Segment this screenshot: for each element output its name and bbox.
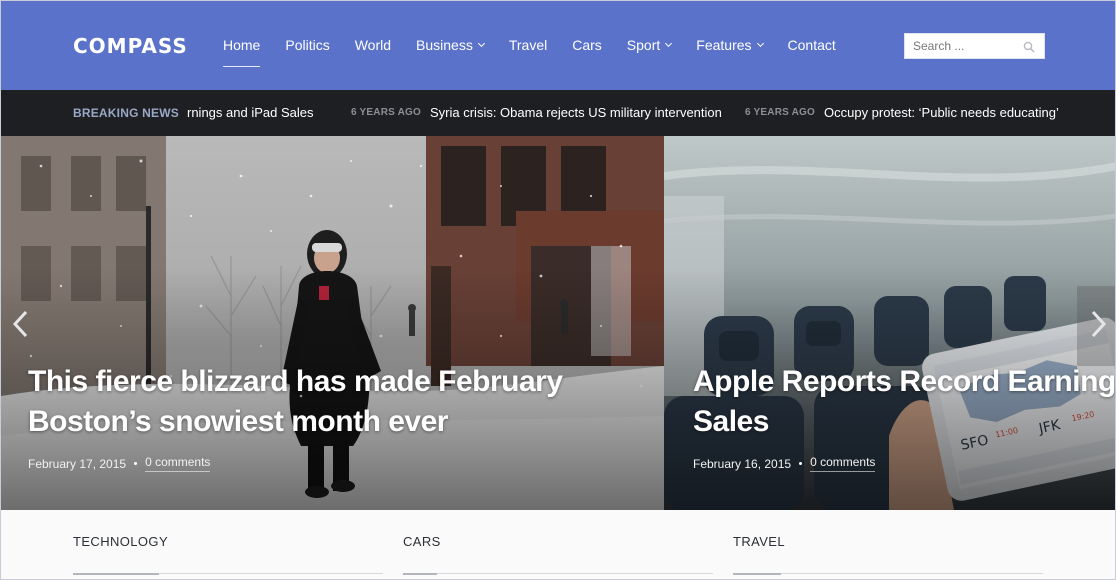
ticker-item[interactable]: 6 YEARS AGO Occupy protest: ‘Public need… <box>745 105 1059 120</box>
chevron-down-icon <box>477 39 485 48</box>
divider-accent <box>733 573 781 575</box>
slider-next-button[interactable] <box>1077 286 1115 366</box>
chevron-left-icon <box>12 310 28 338</box>
featured-slider: This fierce blizzard has made February B… <box>1 136 1116 510</box>
nav-item-label: Business <box>416 37 473 53</box>
chevron-right-icon <box>1091 310 1107 338</box>
ticker-time: 6 YEARS AGO <box>745 107 815 118</box>
ticker-time: 6 YEARS AGO <box>351 107 421 118</box>
slide-title[interactable]: Apple Reports Record Earnings and iPad S… <box>693 362 1116 442</box>
slide-date: February 17, 2015 <box>28 456 127 471</box>
nav-item-label: Contact <box>787 37 836 53</box>
nav-item-home[interactable]: Home <box>223 37 261 67</box>
comments-link[interactable]: 0 comments <box>145 455 211 472</box>
breaking-news-label: BREAKING NEWS <box>73 106 179 120</box>
news-ticker: rnings and iPad Sales 6 YEARS AGO Syria … <box>187 90 1115 136</box>
nav-item-label: Travel <box>508 37 548 53</box>
category-section: TECHNOLOGY CARS TRAVEL <box>1 510 1115 579</box>
nav-item-label: Features <box>696 37 752 53</box>
nav-item-travel[interactable]: Travel <box>509 37 547 53</box>
slide-meta: February 17, 2015 0 comments <box>28 455 211 472</box>
separator-dot <box>799 462 803 465</box>
page-frame: COMPASS Home Politics World Business Tra… <box>0 0 1116 580</box>
slide-blizzard[interactable]: This fierce blizzard has made February B… <box>1 136 664 510</box>
divider <box>403 573 713 574</box>
slide-title-line: Boston’s snowiest month ever <box>28 405 448 438</box>
separator-dot <box>134 462 138 465</box>
slide-title-line: This fierce blizzard has made February <box>28 365 563 398</box>
comments-link[interactable]: 0 comments <box>810 455 876 472</box>
search-icon[interactable] <box>1023 41 1035 53</box>
site-logo[interactable]: COMPASS <box>73 34 188 58</box>
nav-item-contact[interactable]: Contact <box>788 37 836 53</box>
chevron-down-icon <box>756 39 764 48</box>
slider-prev-button[interactable] <box>1 286 41 366</box>
category-technology[interactable]: TECHNOLOGY <box>73 534 168 549</box>
nav-item-label: Home <box>223 37 261 53</box>
slide-title[interactable]: This fierce blizzard has made February B… <box>28 362 563 442</box>
nav-item-cars[interactable]: Cars <box>572 37 602 53</box>
main-nav: Home Politics World Business Travel Cars… <box>223 37 861 67</box>
ticker-item[interactable]: 6 YEARS AGO Syria crisis: Obama rejects … <box>351 105 722 120</box>
breaking-news-bar: BREAKING NEWS rnings and iPad Sales 6 YE… <box>1 90 1115 136</box>
blizzard-photo <box>1 136 664 510</box>
slide-apple[interactable]: SFO 11:00 JFK 19:20 Apple Reports Record… <box>664 136 1116 510</box>
nav-item-business[interactable]: Business <box>416 37 485 53</box>
airplane-cabin-photo: SFO 11:00 JFK 19:20 <box>664 136 1115 510</box>
nav-item-label: Cars <box>572 37 602 53</box>
site-header: COMPASS Home Politics World Business Tra… <box>1 1 1115 90</box>
nav-item-features[interactable]: Features <box>696 37 764 53</box>
ticker-title: rnings and iPad Sales <box>187 105 314 120</box>
ticker-title: Syria crisis: Obama rejects US military … <box>430 105 722 120</box>
divider-accent <box>73 573 159 575</box>
chevron-down-icon <box>665 39 673 48</box>
category-cars[interactable]: CARS <box>403 534 441 549</box>
nav-item-world[interactable]: World <box>355 37 391 53</box>
ticker-item[interactable]: rnings and iPad Sales <box>187 105 313 120</box>
ticker-title: Occupy protest: ‘Public needs educating’ <box>824 105 1059 120</box>
slide-meta: February 16, 2015 0 comments <box>693 455 876 472</box>
slide-date: February 16, 2015 <box>693 456 792 471</box>
search-input[interactable] <box>905 34 1017 58</box>
slide-title-line: Sales <box>693 405 769 438</box>
category-travel[interactable]: TRAVEL <box>733 534 785 549</box>
nav-item-label: Politics <box>285 37 330 53</box>
slide-title-line: Apple Reports Record Earnings and iPad <box>693 365 1116 398</box>
nav-item-label: World <box>354 37 392 53</box>
search-box <box>904 33 1045 59</box>
nav-item-label: Sport <box>626 37 661 53</box>
nav-item-politics[interactable]: Politics <box>285 37 329 53</box>
nav-item-sport[interactable]: Sport <box>626 37 673 53</box>
divider-accent <box>403 573 437 575</box>
